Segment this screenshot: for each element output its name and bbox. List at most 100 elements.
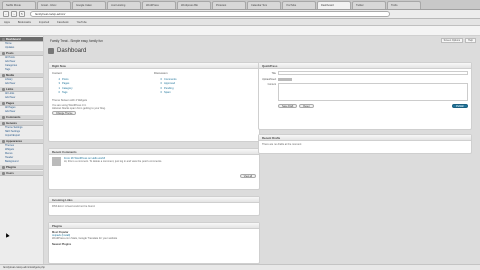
view-all-comments-button[interactable]: View all (239, 174, 256, 178)
forward-icon[interactable]: › (11, 11, 17, 17)
save-draft-button[interactable]: Save Draft (278, 104, 298, 108)
bookmark-item[interactable]: Apps (4, 21, 10, 24)
content-textarea[interactable] (278, 82, 468, 101)
comment-body: Hi, this is a comment. To delete a comme… (64, 160, 163, 163)
stat-count: 4 (58, 77, 60, 81)
sidebar-item-label: Appearance (6, 139, 23, 143)
browser-tab[interactable]: WordPress (142, 1, 176, 9)
plugin-description: WordPress.com Stats, Google Translate fo… (52, 237, 118, 240)
stat-label: Category (62, 86, 73, 90)
discussion-column: Discussion 0 Comments 0 Approved 0 Pending 0 Sp… (154, 71, 256, 95)
discussion-list: 0 Comments 0 Approved 0 Pending 0 Spam (154, 77, 256, 95)
stat-row[interactable]: 0 Spam (154, 91, 256, 96)
url-field[interactable]: familytreat.ca/wp-admin/ (30, 11, 390, 17)
sidebar-item-users[interactable]: Users (0, 170, 43, 176)
reload-icon[interactable]: ↻ (19, 11, 25, 17)
publish-button[interactable]: Publish (452, 104, 468, 108)
browser-tab-strip: Netflix Movie Gmail - Inbox Google Calen Ju… (0, 0, 480, 10)
page-title-text: Dashboard (57, 48, 87, 54)
sidebar-item-appearance[interactable]: Appearance (0, 138, 43, 144)
stat-count: 0 (160, 86, 162, 90)
sidebar-item-posts[interactable]: Posts (0, 50, 43, 56)
browser-tab[interactable]: YouTube (282, 1, 316, 9)
bookmarks-bar: Apps Bookmarks Imported Facebook YouTube (0, 19, 480, 26)
sidebar-item-dashboard[interactable]: Dashboard (0, 36, 43, 42)
browser-tab[interactable]: Netflix Movie (2, 1, 36, 9)
stat-count: 1 (58, 86, 60, 90)
incoming-links-widget: Incoming Links RSS Error: A feed could n… (48, 196, 260, 216)
menu-icon (1, 140, 5, 143)
stat-count: 3 (58, 82, 60, 86)
menu-icon (1, 116, 5, 119)
browser-tab[interactable]: Calendar Tem (247, 1, 281, 9)
reset-button[interactable]: Reset (299, 104, 314, 108)
sidebar-item-label: Links (6, 87, 14, 91)
recent-drafts-widget: Recent Drafts There are no drafts at the… (258, 134, 472, 154)
bookmark-item[interactable]: Imported (39, 21, 49, 24)
stat-count: 0 (160, 82, 162, 86)
quickpress-widget: QuickPress Title Upload/Insert Content S… (258, 62, 472, 130)
browser-tab[interactable]: Just Hosting (107, 1, 141, 9)
bookmark-item[interactable]: Bookmarks (18, 21, 31, 24)
upload-icons[interactable] (278, 78, 292, 81)
browser-tab[interactable]: Pinterest (212, 1, 246, 9)
upload-label: Upload/Insert (262, 78, 277, 81)
sidebar-item-genesis[interactable]: Genesis (0, 120, 43, 126)
sidebar-item-media[interactable]: Media (0, 72, 43, 78)
menu-icon (1, 88, 5, 91)
stat-label: Tags (62, 91, 68, 95)
sidebar-item-label: Dashboard (6, 37, 21, 41)
sidebar-item-label: Media (6, 73, 14, 77)
content-label: Content (267, 82, 276, 86)
avatar (52, 157, 61, 166)
plugins-widget: Plugins Most Popular Jetpack (Install) W… (48, 222, 260, 264)
dashboard-icon (48, 48, 54, 54)
stat-row[interactable]: 0 Tags (52, 91, 154, 96)
browser-tab[interactable]: Dashboard (317, 1, 351, 9)
address-bar: ‹ › ↻ familytreat.ca/wp-admin/ (0, 10, 480, 19)
sidebar-item-label: Comments (6, 115, 21, 119)
theme-line: Theme Sixteen with 4 Widgets (52, 99, 88, 102)
akismet-line: Akismet blocks spam from getting to your… (52, 107, 106, 110)
stat-label: Pages (62, 82, 70, 86)
discussion-label: Discussion (154, 71, 168, 75)
help-button[interactable]: Help (465, 38, 476, 43)
recent-drafts-body: There are no drafts at the moment (262, 143, 302, 146)
incoming-links-body: RSS Error: A feed could not be found. (52, 205, 96, 208)
wp-admin-bar (0, 26, 480, 36)
sidebar-item-label: Genesis (6, 121, 17, 125)
stat-count: 0 (160, 77, 162, 81)
right-now-widget: Right Now Content 4 Posts 3 Pages 1 Category 0… (48, 62, 260, 142)
menu-icon (1, 122, 5, 125)
sidebar-item-links[interactable]: Links (0, 86, 43, 92)
stat-label: Spam (164, 91, 171, 95)
sidebar-item-label: Plugins (6, 165, 17, 169)
browser-tab[interactable]: Wordpress Blo (177, 1, 211, 9)
browser-tab[interactable]: Twitter (352, 1, 386, 9)
stat-count: 0 (58, 91, 60, 95)
bookmark-item[interactable]: YouTube (77, 21, 87, 24)
admin-sidebar: Dashboard Home Updates Posts All Posts Add Ne… (0, 36, 44, 264)
stat-count: 0 (160, 91, 162, 95)
sidebar-item-label: Users (6, 171, 14, 175)
browser-tab[interactable]: Google Calen (72, 1, 106, 9)
browser-tab[interactable]: Trello (387, 1, 421, 9)
back-icon[interactable]: ‹ (3, 11, 9, 17)
browser-tab[interactable]: Gmail - Inbox (37, 1, 71, 9)
stat-label: Pending (164, 86, 174, 90)
menu-icon (1, 52, 5, 55)
title-input[interactable] (278, 71, 468, 75)
change-theme-button[interactable]: Change Theme (52, 111, 77, 115)
title-label: Title (271, 72, 276, 76)
comment-item: From Mr WordPress on Hello world! Hi, th… (52, 157, 256, 166)
sidebar-item-label: Pages (6, 101, 15, 105)
content-label: Content (52, 71, 62, 75)
stat-label: Approved (164, 82, 176, 86)
screen-options-button[interactable]: Screen Options (440, 38, 464, 43)
site-title[interactable]: Family Treat - Simple easy, family fun (50, 39, 103, 43)
page-title: Dashboard (48, 48, 86, 54)
browser-status-bar: familytreat.ca/wp-admin/widgets.php (0, 264, 480, 270)
bookmark-item[interactable]: Facebook (57, 21, 68, 24)
sidebar-item-pages[interactable]: Pages (0, 100, 43, 106)
menu-icon (1, 172, 5, 175)
